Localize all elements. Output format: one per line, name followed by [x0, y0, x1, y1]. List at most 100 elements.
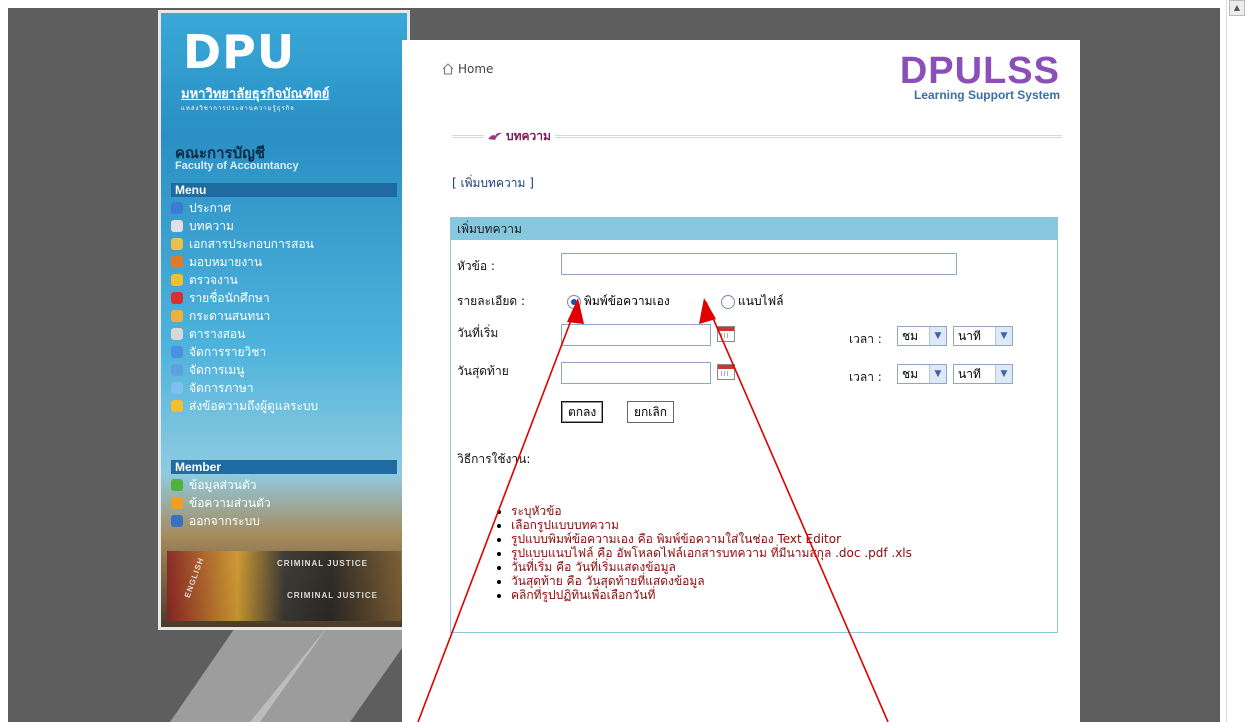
- radio-file-option[interactable]: แนบไฟล์: [721, 292, 783, 311]
- member-item-label: ข้อความส่วนตัว: [189, 496, 271, 510]
- home-link[interactable]: Home: [442, 62, 493, 76]
- detail-label: รายละเอียด :: [457, 294, 526, 308]
- books-decorative-image: ENGLISH CRIMINAL JUSTICE CRIMINAL JUSTIC…: [167, 551, 401, 621]
- sidebar-item-label: มอบหมายงาน: [189, 255, 263, 269]
- sidebar-item-8[interactable]: จัดการรายวิชา: [171, 343, 399, 361]
- sidebar-item-label: บทความ: [189, 219, 234, 233]
- home-icon: [442, 63, 454, 75]
- start-minute-select[interactable]: นาที ▼: [953, 326, 1013, 346]
- dpulss-logo: DPULSS Learning Support System: [900, 52, 1060, 102]
- instruction-item: คลิกที่รูปปฏิทินเพื่อเลือกวันที่: [511, 588, 912, 602]
- sidebar-item-label: เอกสารประกอบการสอน: [189, 237, 314, 251]
- start-date-row: วันที่เริ่ม เวลา : ชม ▼ นาที ▼: [451, 322, 1057, 348]
- sidebar-item-label: รายชื่อนักศึกษา: [189, 291, 270, 305]
- dpulss-logo-subtitle: Learning Support System: [913, 88, 1060, 102]
- student-list-icon: [171, 292, 183, 304]
- sidebar-item-5[interactable]: รายชื่อนักศึกษา: [171, 289, 399, 307]
- end-time-label: เวลา :: [849, 370, 882, 384]
- form-title: เพิ่มบทความ: [451, 218, 1057, 240]
- instructions-list: ระบุหัวข้อเลือกรูปแบบบทความรูปแบบพิมพ์ข้…: [497, 504, 912, 602]
- sidebar-item-7[interactable]: ตารางสอน: [171, 325, 399, 343]
- end-hour-select[interactable]: ชม ▼: [897, 364, 947, 384]
- dpu-logo: DPU: [183, 25, 296, 79]
- end-hour-value: ชม: [902, 366, 919, 381]
- subject-label: หัวข้อ :: [457, 259, 495, 273]
- check-work-icon: [171, 274, 183, 286]
- sidebar-item-0[interactable]: ประกาศ: [171, 199, 399, 217]
- add-article-link-wrapper: [ เพิ่มบทความ ]: [452, 176, 534, 190]
- university-name: มหาวิทยาลัยธุรกิจบัณฑิตย์: [181, 87, 330, 102]
- member-item-label: ออกจากระบบ: [189, 514, 260, 528]
- chevron-down-icon: ▼: [929, 327, 946, 345]
- vertical-scrollbar[interactable]: [1226, 0, 1260, 722]
- radio-type-button[interactable]: [567, 294, 581, 309]
- logout-icon: [171, 515, 183, 527]
- profile-icon: [171, 479, 183, 491]
- end-minute-value: นาที: [958, 366, 981, 381]
- home-label: Home: [458, 62, 494, 76]
- sidebar-item-label: ตรวจงาน: [189, 273, 238, 287]
- instruction-item: เลือกรูปแบบบทความ: [511, 518, 912, 532]
- sidebar-item-label: จัดการภาษา: [189, 381, 254, 395]
- section-title: บทความ: [452, 128, 1062, 144]
- instruction-item: ระบุหัวข้อ: [511, 504, 912, 518]
- sidebar-item-3[interactable]: มอบหมายงาน: [171, 253, 399, 271]
- subject-input[interactable]: [561, 253, 957, 275]
- sidebar-item-label: กระดานสนทนา: [189, 309, 271, 323]
- start-time-label: เวลา :: [849, 332, 882, 346]
- instructions-title: วิธีการใช้งาน:: [457, 452, 531, 466]
- private-message-icon: [171, 497, 183, 509]
- dpulss-logo-text: DPULSS: [899, 50, 1060, 92]
- end-date-label: วันสุดท้าย: [457, 364, 509, 378]
- megaphone-icon: [171, 202, 183, 214]
- sidebar-menu: ประกาศบทความเอกสารประกอบการสอนมอบหมายงาน…: [171, 199, 399, 415]
- sidebar-item-1[interactable]: บทความ: [171, 217, 399, 235]
- member-item-2[interactable]: ออกจากระบบ: [171, 512, 399, 530]
- sidebar-item-11[interactable]: ส่งข้อความถึงผู้ดูแลระบบ: [171, 397, 399, 415]
- sidebar-item-2[interactable]: เอกสารประกอบการสอน: [171, 235, 399, 253]
- start-calendar-icon[interactable]: [717, 326, 735, 342]
- documents-icon: [171, 238, 183, 250]
- chevron-down-icon: ▼: [995, 327, 1012, 345]
- sidebar-item-label: ตารางสอน: [189, 327, 246, 341]
- main-content: Home DPULSS Learning Support System บทคว…: [402, 40, 1080, 722]
- start-date-input[interactable]: [561, 324, 711, 346]
- add-article-link[interactable]: เพิ่มบทความ: [461, 176, 526, 190]
- forum-icon: [171, 310, 183, 322]
- bird-icon: [488, 132, 502, 140]
- sidebar-item-label: ส่งข้อความถึงผู้ดูแลระบบ: [189, 399, 319, 413]
- ok-button[interactable]: ตกลง: [561, 401, 604, 423]
- radio-file-button[interactable]: [721, 294, 735, 309]
- start-hour-value: ชม: [902, 328, 919, 343]
- language-icon: [171, 382, 183, 394]
- member-item-1[interactable]: ข้อความส่วนตัว: [171, 494, 399, 512]
- member-menu: ข้อมูลส่วนตัวข้อความส่วนตัวออกจากระบบ: [171, 476, 399, 530]
- end-calendar-icon[interactable]: [717, 364, 735, 380]
- sidebar-item-4[interactable]: ตรวจงาน: [171, 271, 399, 289]
- menu-header: Menu: [171, 183, 397, 197]
- sidebar-item-9[interactable]: จัดการเมนู: [171, 361, 399, 379]
- chevron-down-icon: ▼: [995, 365, 1012, 383]
- member-item-0[interactable]: ข้อมูลส่วนตัว: [171, 476, 399, 494]
- book-label-english: ENGLISH: [182, 555, 206, 600]
- sidebar-item-6[interactable]: กระดานสนทนา: [171, 307, 399, 325]
- detail-row: รายละเอียด : พิมพ์ข้อความเอง แนบไฟล์: [451, 288, 1057, 314]
- subject-row: หัวข้อ :: [451, 252, 1057, 278]
- university-tagline: แหล่งวิชาการประสานความรู้ธุรกิจ: [181, 105, 295, 112]
- instruction-item: รูปแบบแนบไฟล์ คือ อัพโหลดไฟล์เอกสารบทควา…: [511, 546, 912, 560]
- course-icon: [171, 346, 183, 358]
- end-date-row: วันสุดท้าย เวลา : ชม ▼ นาที ▼: [451, 360, 1057, 386]
- scroll-up-arrow-icon[interactable]: ▲: [1229, 0, 1245, 16]
- radio-type-option[interactable]: พิมพ์ข้อความเอง: [567, 292, 670, 311]
- add-article-form: เพิ่มบทความ หัวข้อ : รายละเอียด : พิมพ์ข…: [450, 217, 1058, 633]
- member-item-label: ข้อมูลส่วนตัว: [189, 478, 257, 492]
- divider: [554, 134, 1062, 138]
- sidebar-item-10[interactable]: จัดการภาษา: [171, 379, 399, 397]
- end-date-input[interactable]: [561, 362, 711, 384]
- cancel-button[interactable]: ยกเลิก: [627, 401, 675, 423]
- start-hour-select[interactable]: ชม ▼: [897, 326, 947, 346]
- timetable-icon: [171, 328, 183, 340]
- book-label-2: CRIMINAL JUSTICE: [287, 591, 378, 600]
- section-title-text: บทความ: [506, 128, 551, 143]
- end-minute-select[interactable]: นาที ▼: [953, 364, 1013, 384]
